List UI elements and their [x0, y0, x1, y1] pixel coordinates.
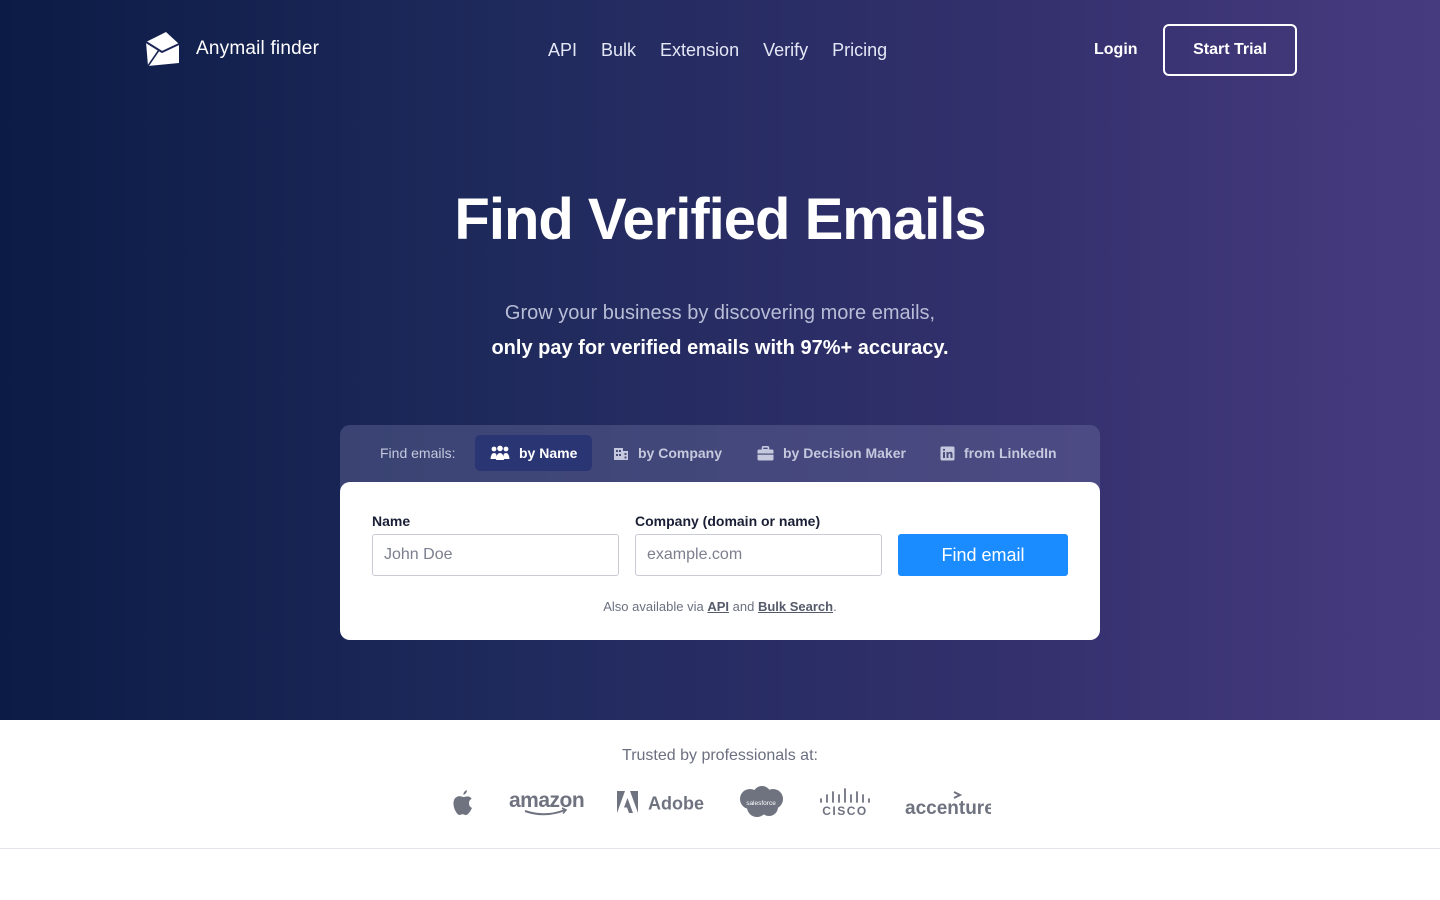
svg-text:amazon: amazon — [509, 789, 584, 812]
section-divider — [0, 848, 1440, 849]
tab-by-decision-maker[interactable]: by Decision Maker — [742, 435, 921, 471]
login-link[interactable]: Login — [1094, 39, 1138, 61]
name-label: Name — [372, 513, 411, 529]
svg-text:accenture: accenture — [905, 798, 991, 818]
bulk-search-link[interactable]: Bulk Search — [758, 599, 833, 614]
hero-section: Anymail finder API Bulk Extension Verify… — [0, 0, 1440, 720]
nav-bulk-link[interactable]: Bulk — [601, 38, 636, 62]
tab-label: from LinkedIn — [964, 445, 1057, 461]
salesforce-logo-icon: salesforce — [736, 780, 786, 824]
api-link[interactable]: API — [707, 599, 729, 614]
page-title: Find Verified Emails — [454, 187, 986, 252]
company-input[interactable] — [635, 534, 882, 576]
search-form-card: Name Company (domain or name) Find email… — [340, 482, 1100, 640]
nav-pricing-link[interactable]: Pricing — [832, 38, 887, 62]
also-prefix: Also available via — [603, 599, 704, 614]
linkedin-icon — [940, 446, 955, 461]
start-trial-button[interactable]: Start Trial — [1163, 24, 1297, 76]
tab-from-linkedin[interactable]: from LinkedIn — [925, 435, 1072, 471]
hero-subtitle-emphasis: only pay for verified emails with 97%+ a… — [491, 337, 949, 359]
amazon-logo-icon: amazon — [506, 780, 586, 824]
search-tabs: Find emails: by Name by Company by Decis… — [340, 425, 1100, 482]
hero-subtitle: Grow your business by discovering more e… — [504, 302, 936, 324]
name-input[interactable] — [372, 534, 619, 576]
nav-verify-link[interactable]: Verify — [763, 38, 808, 62]
nav-extension-link[interactable]: Extension — [660, 38, 739, 62]
people-icon — [490, 445, 510, 461]
find-email-button[interactable]: Find email — [898, 534, 1068, 576]
nav-api-link[interactable]: API — [548, 38, 577, 62]
brand-logo[interactable]: Anymail finder — [144, 30, 319, 67]
main-nav: API Bulk Extension Verify Pricing — [548, 38, 887, 62]
svg-text:CISCO: CISCO — [822, 804, 868, 817]
envelope-logo-icon — [144, 30, 181, 67]
company-label: Company (domain or name) — [635, 513, 821, 529]
tab-label: by Decision Maker — [783, 445, 906, 461]
svg-text:Adobe: Adobe — [648, 794, 704, 814]
also-and: and — [732, 599, 755, 614]
also-available-note: Also available via API and Bulk Search. — [340, 598, 1100, 616]
brand-name: Anymail finder — [196, 37, 320, 59]
tabs-label: Find emails: — [380, 445, 456, 461]
tab-label: by Company — [638, 445, 723, 461]
apple-logo-icon — [450, 780, 476, 824]
also-suffix: . — [833, 599, 837, 614]
tab-by-company[interactable]: by Company — [598, 435, 737, 471]
adobe-logo-icon: Adobe — [616, 780, 706, 824]
email-search-panel: Find emails: by Name by Company by Decis… — [340, 425, 1100, 640]
building-icon — [613, 445, 629, 461]
briefcase-icon — [757, 445, 774, 461]
tab-label: by Name — [519, 445, 578, 461]
brand-logos: amazon Adobe salesforce CISCO accenture — [0, 780, 1440, 824]
tab-by-name[interactable]: by Name — [475, 435, 593, 471]
accenture-logo-icon: accenture — [902, 780, 992, 824]
cisco-logo-icon: CISCO — [818, 780, 872, 824]
svg-text:salesforce: salesforce — [746, 800, 776, 807]
trusted-label: Trusted by professionals at: — [622, 747, 818, 764]
